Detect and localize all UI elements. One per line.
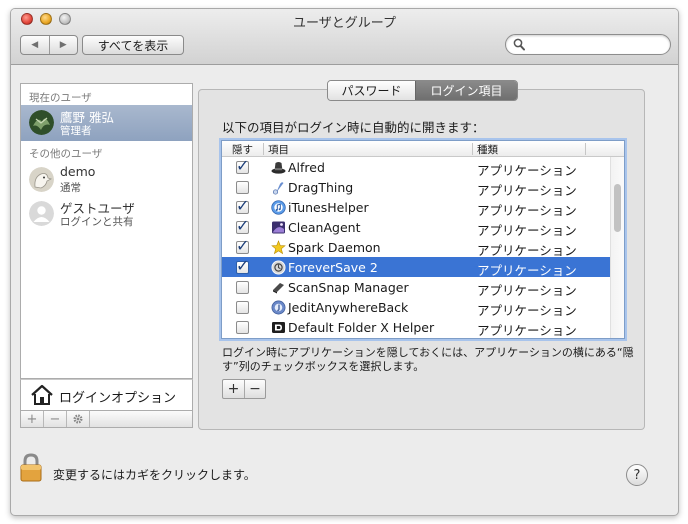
user-name: demo <box>60 164 96 179</box>
column-header-item[interactable]: 項目 <box>268 142 289 157</box>
house-icon <box>31 384 53 405</box>
foreversave-icon <box>271 260 286 275</box>
hide-checkbox[interactable]: ✓ <box>236 236 249 255</box>
help-button[interactable]: ? <box>626 464 648 486</box>
item-name: JeditAnywhereBack <box>288 300 409 315</box>
avatar <box>29 110 54 135</box>
forward-button[interactable]: ▶ <box>48 36 78 54</box>
lock-message: 変更するにはカギをクリックします。 <box>53 468 256 482</box>
login-options-item[interactable]: ログインオプション <box>20 379 193 411</box>
column-header-kind[interactable]: 種類 <box>477 142 498 157</box>
search-input[interactable] <box>528 37 664 52</box>
checkmark-icon: ✓ <box>236 216 250 235</box>
hide-checkbox[interactable] <box>236 281 249 294</box>
item-name: DragThing <box>288 180 354 195</box>
gear-icon <box>73 414 83 424</box>
add-login-item-button[interactable]: + <box>223 380 244 398</box>
avatar <box>29 201 54 226</box>
login-items-button-bar: + − <box>222 379 266 399</box>
item-name: Default Folder X Helper <box>288 320 435 335</box>
item-name: ForeverSave 2 <box>288 260 378 275</box>
toolbar: ユーザとグループ ◀ ▶ すべてを表示 <box>11 9 678 65</box>
column-divider <box>585 143 586 155</box>
checkmark-icon: ✓ <box>236 156 250 175</box>
tab-login-items[interactable]: ログイン項目 <box>415 81 517 100</box>
show-all-button[interactable]: すべてを表示 <box>82 35 184 55</box>
item-name: CleanAgent <box>288 220 361 235</box>
hide-checkbox[interactable]: ✓ <box>236 256 249 275</box>
hide-checkbox[interactable]: ✓ <box>236 196 249 215</box>
table-row[interactable]: ✓ Spark Daemon アプリケーション <box>222 236 610 258</box>
tab-password[interactable]: パスワード <box>328 81 415 100</box>
user-photo-icon <box>29 110 54 135</box>
defaultfolder-icon <box>272 322 285 333</box>
user-role: 通常 <box>60 182 81 194</box>
table-row[interactable]: ✓ CleanAgent アプリケーション <box>222 216 610 238</box>
login-items-table: 隠す 項目 種類 ✓ Alfred アプリケーション DragThing アプリ… <box>221 140 625 339</box>
table-row[interactable]: ✓ iTunesHelper アプリケーション <box>222 196 610 218</box>
table-row[interactable]: ✓ Alfred アプリケーション <box>222 156 610 178</box>
cleanagent-icon <box>272 221 285 234</box>
table-row[interactable]: Default Folder X Helper アプリケーション <box>222 317 610 338</box>
table-row[interactable]: DragThing アプリケーション <box>222 177 610 198</box>
eagle-avatar-icon <box>29 167 54 192</box>
item-name: iTunesHelper <box>288 200 369 215</box>
table-header: 隠す 項目 種類 <box>222 141 624 157</box>
window-title: ユーザとグループ <box>293 16 396 31</box>
add-user-button[interactable]: + <box>21 411 44 427</box>
avatar <box>29 167 54 192</box>
action-gear-button[interactable] <box>67 411 90 427</box>
user-row-demo[interactable]: demo 通常 <box>21 162 192 198</box>
search-icon <box>513 38 525 51</box>
hide-checkbox[interactable] <box>236 181 249 194</box>
remove-login-item-button[interactable]: − <box>244 380 265 398</box>
item-name: Spark Daemon <box>288 240 381 255</box>
item-name: ScanSnap Manager <box>288 280 409 295</box>
checkmark-icon: ✓ <box>236 196 250 215</box>
lock-icon[interactable] <box>19 452 43 482</box>
table-row-selected[interactable]: ✓ ForeverSave 2 アプリケーション <box>222 256 610 278</box>
hide-checkbox[interactable]: ✓ <box>236 156 249 175</box>
user-row-guest[interactable]: ゲストユーザ ログインと共有 <box>21 196 192 232</box>
scansnap-icon <box>273 283 284 294</box>
checkmark-icon: ✓ <box>236 236 250 255</box>
other-users-header: その他のユーザ <box>29 148 103 160</box>
spark-star-icon <box>271 240 286 255</box>
user-row-current[interactable]: 鷹野 雅弘 管理者 <box>21 105 192 141</box>
column-divider <box>263 143 264 155</box>
dragthing-icon <box>272 182 284 195</box>
back-button[interactable]: ◀ <box>21 36 49 54</box>
login-options-label: ログインオプション <box>59 391 177 406</box>
user-list-button-bar: + − <box>20 410 193 428</box>
column-header-hide[interactable]: 隠す <box>232 142 253 157</box>
itunes-icon <box>271 200 286 215</box>
scrollbar-thumb[interactable] <box>614 184 621 232</box>
table-row[interactable]: ScanSnap Manager アプリケーション <box>222 277 610 298</box>
guest-person-icon <box>29 201 54 226</box>
alfred-hat-icon <box>271 162 286 174</box>
column-divider <box>472 143 473 155</box>
login-items-description: 以下の項目がログイン時に自動的に開きます： <box>222 120 485 135</box>
vertical-scrollbar[interactable] <box>610 157 624 338</box>
hide-checkbox[interactable] <box>236 301 249 314</box>
item-kind: アプリケーション <box>477 323 577 338</box>
back-forward-group: ◀ ▶ <box>20 35 78 55</box>
hide-hint-text: ログイン時にアプリケーションを隠しておくには、アプリケーションの横にある“隠す”… <box>222 346 634 373</box>
item-name: Alfred <box>288 160 325 175</box>
jedit-icon <box>271 300 286 315</box>
hide-checkbox[interactable]: ✓ <box>236 216 249 235</box>
table-row[interactable]: JeditAnywhereBack アプリケーション <box>222 297 610 318</box>
search-field[interactable] <box>505 34 671 55</box>
user-role: ログインと共有 <box>60 216 134 228</box>
remove-user-button[interactable]: − <box>44 411 67 427</box>
current-user-header: 現在のユーザ <box>29 92 92 104</box>
hide-checkbox[interactable] <box>236 321 249 334</box>
user-role: 管理者 <box>60 125 92 137</box>
checkmark-icon: ✓ <box>236 256 250 275</box>
user-list: 現在のユーザ 鷹野 雅弘 管理者 その他のユーザ demo 通常 ゲストユーザ … <box>20 83 193 379</box>
tab-bar: パスワード ログイン項目 <box>327 80 518 101</box>
